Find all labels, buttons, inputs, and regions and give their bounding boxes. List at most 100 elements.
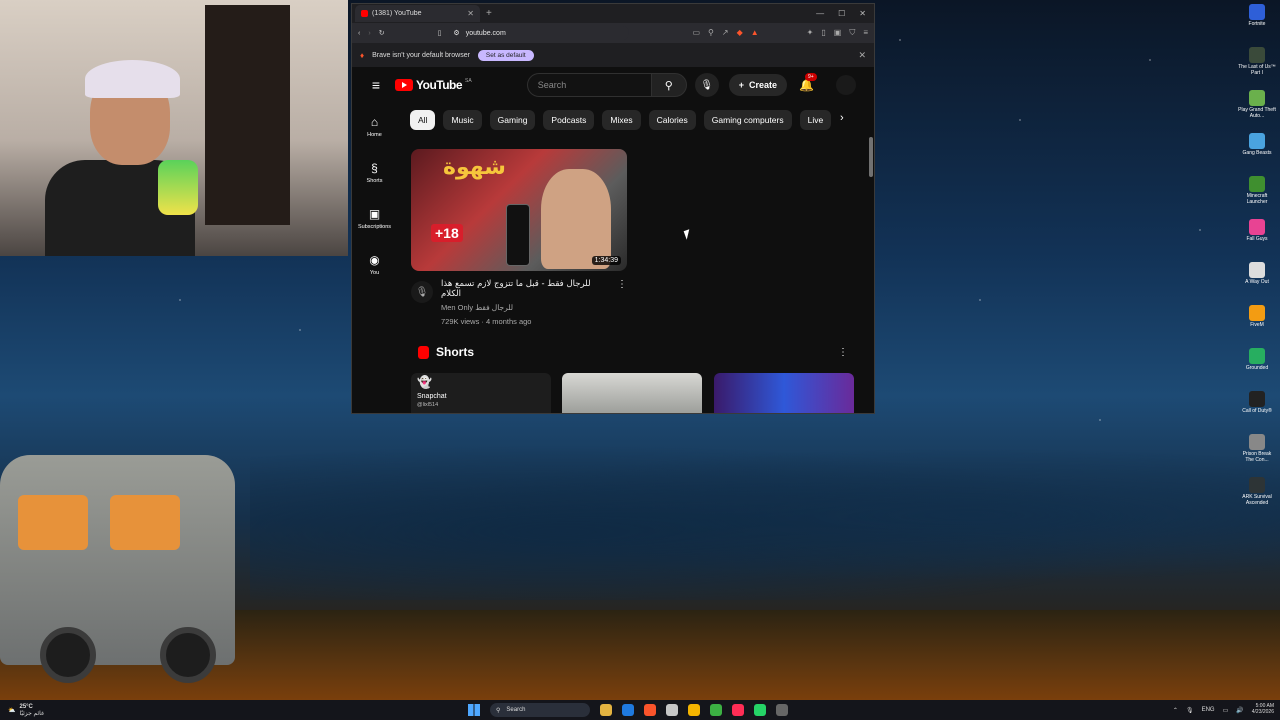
set-default-button[interactable]: Set as default: [477, 49, 534, 61]
channel-avatar[interactable]: 🎙: [411, 281, 433, 303]
sidebar-toggle-icon[interactable]: ▯: [821, 28, 825, 38]
chevron-up-icon[interactable]: ⌃: [1173, 707, 1178, 714]
tab-youtube[interactable]: (1381) YouTube ✕: [355, 5, 480, 22]
desktop-shortcut[interactable]: Fall Guys: [1238, 219, 1276, 262]
sidebar-item-subscriptions[interactable]: ▣ Subscriptions: [352, 195, 397, 241]
weather-widget[interactable]: ⛅ 25°C غائم جزئيًا: [0, 704, 44, 717]
shorts-more-icon[interactable]: ⋮: [838, 347, 848, 358]
brave-icon[interactable]: [644, 704, 656, 716]
brave-rewards-icon[interactable]: ▲: [751, 28, 759, 38]
chip-all[interactable]: All: [410, 110, 436, 130]
wallet-icon[interactable]: ▣: [834, 28, 842, 38]
search-input[interactable]: Search: [526, 73, 651, 97]
whatsapp-icon[interactable]: [754, 704, 766, 716]
file-explorer-icon[interactable]: [600, 704, 612, 716]
desktop-shortcut[interactable]: The Last of Us™ Part I: [1238, 47, 1276, 90]
share-icon[interactable]: ↗: [722, 28, 729, 38]
chevron-right-icon[interactable]: ›: [840, 112, 844, 124]
chip-calories[interactable]: Calories: [648, 110, 696, 130]
desktop-shortcut-label: Prison Break The Con...: [1242, 451, 1272, 463]
sidebar-item-shorts[interactable]: § Shorts: [352, 149, 397, 195]
sidebar-item-home[interactable]: ⌂ Home: [352, 103, 397, 149]
plus-icon: +: [738, 80, 744, 90]
youtube-sidebar: ⌂ Home § Shorts ▣ Subscriptions ◉ You: [352, 103, 397, 287]
channel-name[interactable]: Men Only للرجال فقط: [441, 303, 609, 312]
microphone-icon: 🎙: [700, 79, 714, 91]
bookmark-icon[interactable]: ▯: [438, 29, 442, 37]
brave-shields-icon[interactable]: ◆: [737, 28, 743, 38]
chip-music[interactable]: Music: [443, 110, 482, 130]
back-icon[interactable]: ‹: [358, 30, 360, 37]
desktop-shortcut[interactable]: Gang Beasts: [1238, 133, 1276, 176]
minimize-icon[interactable]: —: [816, 9, 824, 18]
site-info-icon[interactable]: ⚙: [453, 29, 459, 37]
clock[interactable]: 5:00 AM 4/23/2026: [1251, 703, 1274, 716]
short-card[interactable]: [714, 373, 854, 413]
store-icon[interactable]: [666, 704, 678, 716]
close-window-icon[interactable]: ✕: [859, 9, 866, 18]
webcam-cap: [85, 60, 180, 98]
desktop-shortcut[interactable]: ARK Survival Ascended: [1238, 477, 1276, 520]
extensions-icon[interactable]: ✦: [807, 28, 814, 38]
microphone-icon[interactable]: 🎙: [1186, 707, 1194, 714]
new-tab-button[interactable]: +: [486, 8, 492, 19]
more-actions-icon[interactable]: ⋮: [617, 279, 627, 326]
page-scrollbar[interactable]: [869, 137, 873, 177]
video-card[interactable]: شهوة +18 1:34:39 🎙 للرجال فقط - قبل ما ت…: [411, 149, 627, 326]
chrome-icon[interactable]: [688, 704, 700, 716]
weather-description: غائم جزئيًا: [19, 710, 45, 717]
desktop-shortcut[interactable]: FiveM: [1238, 305, 1276, 348]
maximize-icon[interactable]: ☐: [838, 9, 845, 18]
forward-icon[interactable]: ›: [368, 30, 370, 37]
account-avatar[interactable]: [835, 75, 856, 95]
video-thumbnail[interactable]: شهوة +18 1:34:39: [411, 149, 627, 271]
desktop-shortcut-label: Play Grand Theft Auto...: [1238, 107, 1276, 119]
address-bar: ‹ › ↻ ▯ ⚙ youtube.com ▭ ⚲ ↗ ◆ ▲ ✦ ▯ ▣ ⛉ …: [352, 23, 874, 43]
desktop-shortcut[interactable]: A Way Out: [1238, 262, 1276, 305]
taskbar-search[interactable]: ⚲ Search: [490, 703, 590, 717]
network-icon[interactable]: ▭: [1223, 707, 1229, 714]
menu-icon[interactable]: ≡: [863, 28, 868, 38]
webcam-overlay: [0, 0, 348, 256]
create-button[interactable]: + Create: [728, 74, 787, 96]
vpn-icon[interactable]: ⛉: [849, 28, 855, 38]
desktop-shortcut-label: FiveM: [1250, 322, 1264, 328]
language-indicator[interactable]: ENG: [1202, 707, 1215, 713]
desktop-shortcut[interactable]: Play Grand Theft Auto...: [1238, 90, 1276, 133]
chip-gaming-computers[interactable]: Gaming computers: [703, 110, 792, 130]
clock-date: 4/23/2026: [1251, 709, 1274, 715]
short-card[interactable]: 👻 Snapchat @lixl514: [411, 373, 551, 413]
close-infobar-icon[interactable]: ✕: [858, 50, 866, 61]
settings-icon[interactable]: [776, 704, 788, 716]
notifications-button[interactable]: 🔔 9+: [799, 73, 817, 92]
desktop-shortcut[interactable]: Minecraft Launcher: [1238, 176, 1276, 219]
cast-icon[interactable]: ▭: [692, 28, 700, 38]
chip-mixes[interactable]: Mixes: [602, 110, 641, 130]
search-button[interactable]: ⚲: [650, 73, 687, 97]
volume-icon[interactable]: 🔊: [1236, 707, 1243, 714]
desktop-shortcut[interactable]: Grounded: [1238, 348, 1276, 391]
chip-podcasts[interactable]: Podcasts: [543, 110, 595, 130]
reload-icon[interactable]: ↻: [379, 29, 385, 37]
youtube-logo[interactable]: YouTube SA: [395, 78, 472, 92]
brave-logo-icon: ♦: [360, 50, 365, 60]
url-field[interactable]: ⚙ youtube.com: [449, 26, 630, 40]
you-icon: ◉: [369, 252, 380, 267]
video-title[interactable]: للرجال فقط - قبل ما تتزوج لازم تسمع هذا …: [441, 279, 609, 299]
xbox-icon[interactable]: [710, 704, 722, 716]
windows-start-icon[interactable]: [468, 704, 480, 716]
short-card[interactable]: [562, 373, 702, 413]
chip-live[interactable]: Live: [799, 110, 832, 130]
chip-gaming[interactable]: Gaming: [489, 110, 536, 130]
desktop-shortcut[interactable]: Fortnite: [1238, 4, 1276, 47]
desktop-shortcut[interactable]: Call of Duty®: [1238, 391, 1276, 434]
edge-icon[interactable]: [622, 704, 634, 716]
close-tab-icon[interactable]: ✕: [467, 9, 474, 18]
webcam-door: [205, 5, 290, 225]
sidebar-item-you[interactable]: ◉ You: [352, 241, 397, 287]
voice-search-button[interactable]: 🎙: [694, 73, 719, 97]
zoom-icon[interactable]: ⚲: [708, 28, 714, 38]
tiktok-icon[interactable]: [732, 704, 744, 716]
desktop-shortcut[interactable]: Prison Break The Con...: [1238, 434, 1276, 477]
guide-menu-icon[interactable]: ≡: [362, 77, 390, 93]
